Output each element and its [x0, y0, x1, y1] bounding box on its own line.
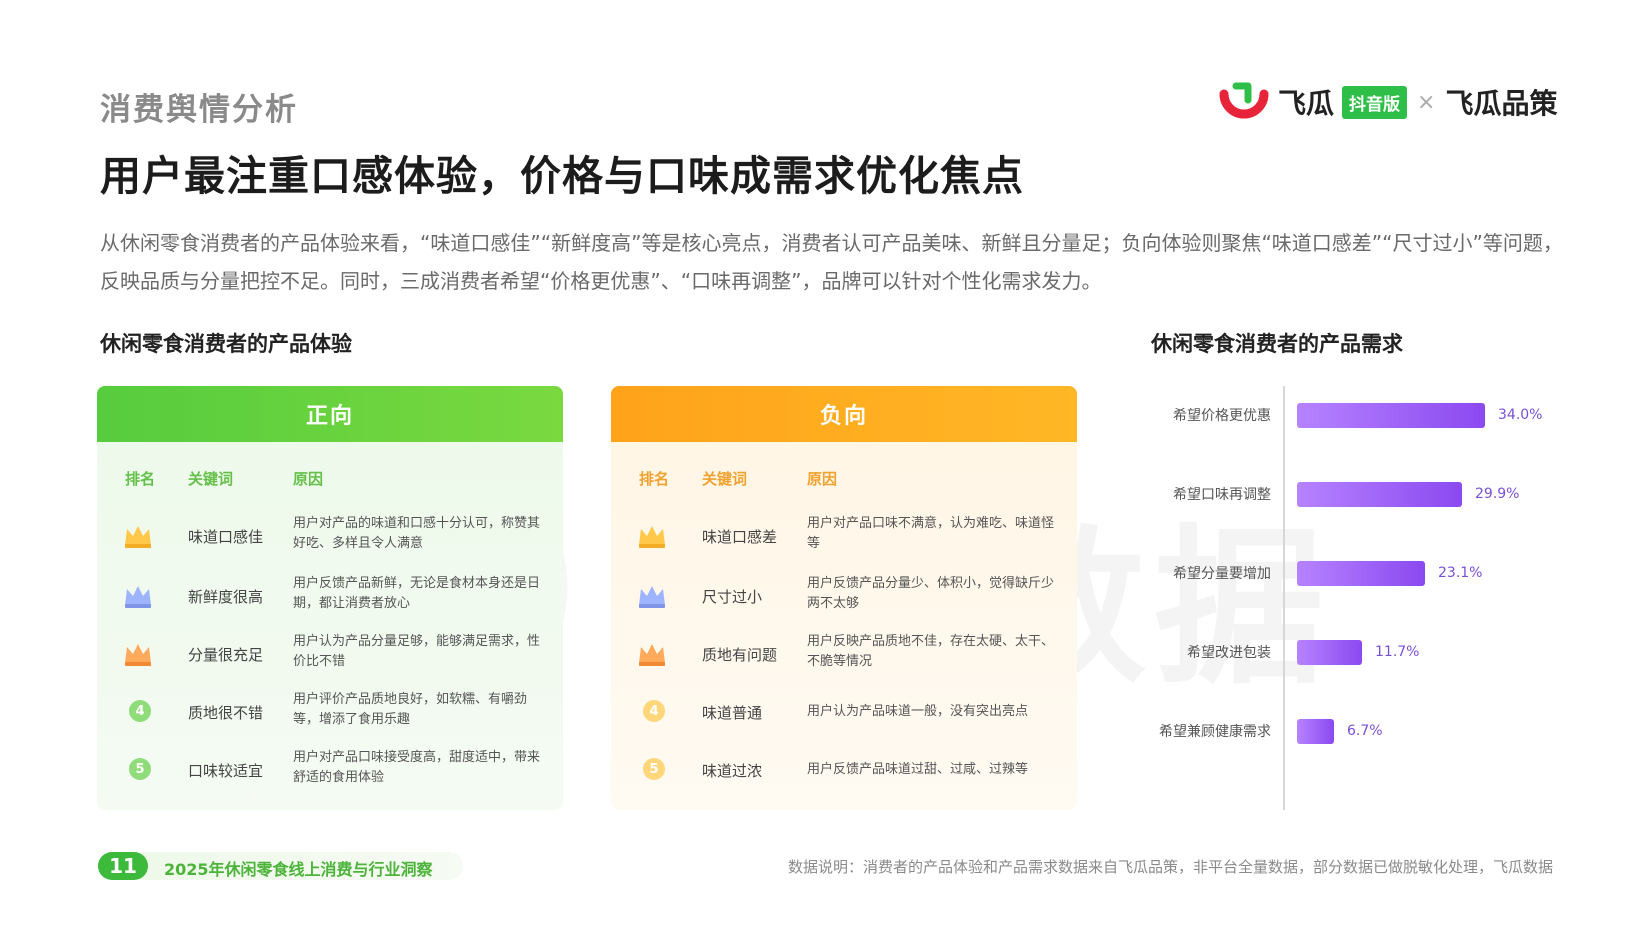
reason: 用户认为产品分量足够，能够满足需求，性价比不错	[293, 634, 541, 669]
bar-value-label: 6.7%	[1347, 723, 1383, 739]
table-row: 味道口感佳 用户对产品的味道和口感十分认可，称赞其好吃、多样且令人满意	[97, 508, 563, 566]
bar-category-label: 希望价格更优惠	[1173, 408, 1271, 424]
bar	[1297, 561, 1425, 586]
col-head-keyword: 关键词	[188, 470, 234, 488]
report-page: 飞瓜数据 消费舆情分析 用户最注重口感体验，价格与口味成需求优化焦点 从休闲零食…	[0, 0, 1648, 948]
table-row: 5 味道过浓 用户反馈产品味道过甜、过咸、过辣等	[611, 742, 1077, 800]
col-head-keyword: 关键词	[702, 470, 748, 488]
brand-logo: 飞瓜 抖音版 × 飞瓜品策	[1218, 80, 1557, 124]
silver-crown-icon	[639, 586, 665, 608]
bar	[1297, 640, 1362, 665]
keyword: 新鲜度很高	[188, 588, 264, 606]
col-head-rank: 排名	[639, 470, 670, 488]
keyword: 质地很不错	[188, 704, 264, 722]
keyword: 味道口感佳	[188, 528, 264, 546]
bar-value-label: 11.7%	[1375, 644, 1420, 660]
bar-value-label: 29.9%	[1475, 486, 1520, 502]
bar	[1297, 403, 1485, 428]
logo-badge: 抖音版	[1342, 85, 1408, 119]
reason: 用户对产品口味接受度高，甜度适中，带来舒适的食用体验	[293, 750, 541, 785]
bar-value-label: 23.1%	[1438, 565, 1483, 581]
rank-number: 5	[643, 758, 665, 780]
table-row: 分量很充足 用户认为产品分量足够，能够满足需求，性价比不错	[97, 626, 563, 684]
bar-category-label: 希望兼顾健康需求	[1159, 724, 1271, 740]
bronze-crown-icon	[125, 644, 151, 666]
table-row: 质地有问题 用户反映产品质地不佳，存在太硬、太干、不脆等情况	[611, 626, 1077, 684]
bar	[1297, 482, 1462, 507]
data-source-note: 数据说明：消费者的产品体验和产品需求数据来自飞瓜品策，非平台全量数据，部分数据已…	[787, 858, 1553, 876]
rank-number: 5	[129, 758, 151, 780]
table-row: 味道口感差 用户对产品口味不满意，认为难吃、味道怪等	[611, 508, 1077, 566]
keyword: 质地有问题	[702, 646, 778, 664]
reason: 用户反映产品质地不佳，存在太硬、太干、不脆等情况	[807, 634, 1055, 669]
gold-crown-icon	[125, 526, 151, 548]
reason: 用户对产品的味道和口感十分认可，称赞其好吃、多样且令人满意	[293, 516, 541, 551]
keyword: 味道普通	[702, 704, 763, 722]
negative-card: 负向 排名 关键词 原因 味道口感差 用户对产品口味不满意，认为难吃、味道怪等 …	[611, 386, 1077, 810]
report-title: 2025年休闲零食线上消费与行业洞察	[164, 860, 433, 879]
rank-number: 4	[129, 700, 151, 722]
gold-crown-icon	[639, 526, 665, 548]
logo-partner-name: 飞瓜品策	[1445, 87, 1558, 120]
reason: 用户认为产品味道一般，没有突出亮点	[807, 704, 1029, 719]
table-row: 尺寸过小 用户反馈产品分量少、体积小，觉得缺斤少两不太够	[611, 568, 1077, 626]
chart-axis-line	[1283, 386, 1285, 810]
section-label: 消费舆情分析	[100, 92, 298, 128]
table-row: 新鲜度很高 用户反馈产品新鲜，无论是食材本身还是日期，都让消费者放心	[97, 568, 563, 626]
logo-brand-name: 飞瓜	[1278, 87, 1335, 120]
bronze-crown-icon	[639, 644, 665, 666]
bar-category-label: 希望改进包装	[1187, 645, 1271, 661]
feigua-logo-icon	[1219, 82, 1269, 119]
table-row: 4 味道普通 用户认为产品味道一般，没有突出亮点	[611, 684, 1077, 742]
page-number: 11	[98, 852, 148, 880]
bar-category-label: 希望分量要增加	[1173, 566, 1271, 582]
reason: 用户评价产品质地良好，如软糯、有嚼劲等，增添了食用乐趣	[293, 692, 528, 727]
bar-value-label: 34.0%	[1498, 407, 1543, 423]
negative-card-header: 负向	[611, 386, 1077, 442]
experience-title: 休闲零食消费者的产品体验	[100, 332, 352, 356]
logo-separator: ×	[1417, 89, 1436, 115]
col-head-reason: 原因	[293, 470, 324, 488]
keyword: 味道口感差	[702, 528, 778, 546]
rank-number: 4	[643, 700, 665, 722]
keyword: 口味较适宜	[188, 762, 264, 780]
silver-crown-icon	[125, 586, 151, 608]
bar-category-label: 希望口味再调整	[1173, 487, 1271, 503]
table-row: 5 口味较适宜 用户对产品口味接受度高，甜度适中，带来舒适的食用体验	[97, 742, 563, 800]
table-row: 4 质地很不错 用户评价产品质地良好，如软糯、有嚼劲等，增添了食用乐趣	[97, 684, 563, 742]
bar	[1297, 719, 1334, 744]
reason: 用户反馈产品味道过甜、过咸、过辣等	[807, 762, 1029, 777]
keyword: 味道过浓	[702, 762, 763, 780]
col-head-rank: 排名	[125, 470, 156, 488]
col-head-reason: 原因	[807, 470, 838, 488]
intro-paragraph: 从休闲零食消费者的产品体验来看，“味道口感佳”“新鲜度高”等是核心亮点，消费者认…	[100, 231, 1563, 293]
reason: 用户反馈产品分量少、体积小，觉得缺斤少两不太够	[807, 576, 1055, 611]
needs-title: 休闲零食消费者的产品需求	[1151, 332, 1403, 356]
positive-card: 正向 排名 关键词 原因 味道口感佳 用户对产品的味道和口感十分认可，称赞其好吃…	[97, 386, 563, 810]
positive-card-header: 正向	[97, 386, 563, 442]
keyword: 分量很充足	[188, 646, 264, 664]
keyword: 尺寸过小	[702, 588, 763, 606]
reason: 用户对产品口味不满意，认为难吃、味道怪等	[807, 516, 1055, 551]
page-title: 用户最注重口感体验，价格与口味成需求优化焦点	[100, 152, 1024, 200]
reason: 用户反馈产品新鲜，无论是食材本身还是日期，都让消费者放心	[293, 576, 541, 611]
